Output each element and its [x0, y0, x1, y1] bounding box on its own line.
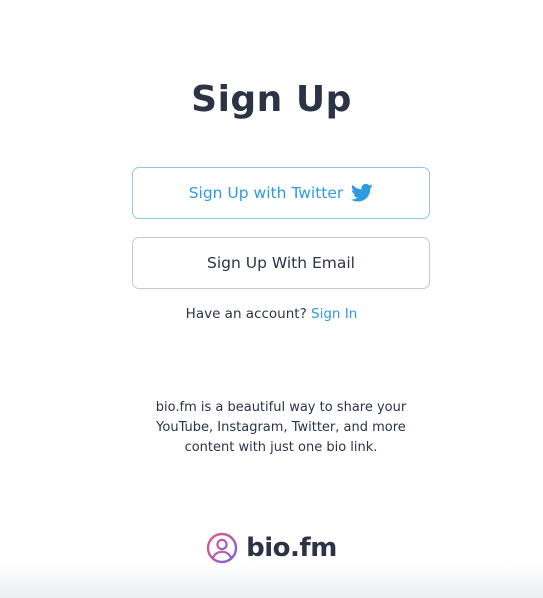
- have-account-text: Have an account?: [185, 306, 307, 322]
- bottom-fade: [0, 564, 543, 598]
- page-title: Sign Up: [191, 79, 352, 120]
- product-description: bio.fm is a beautiful way to share your …: [155, 400, 407, 455]
- twitter-button-label: Sign Up with Twitter: [188, 184, 344, 202]
- user-circle-logo-icon: [206, 532, 238, 564]
- sign-up-with-email-button[interactable]: Sign Up With Email: [132, 237, 430, 289]
- brand-footer[interactable]: bio.fm: [0, 532, 543, 564]
- twitter-bird-icon: [351, 183, 373, 203]
- sign-in-prompt: Have an account? Sign In: [0, 306, 543, 322]
- sign-in-link[interactable]: Sign In: [311, 306, 357, 322]
- sign-up-with-twitter-button[interactable]: Sign Up with Twitter: [132, 167, 430, 219]
- email-button-label: Sign Up With Email: [207, 254, 355, 272]
- brand-name: bio.fm: [246, 533, 337, 563]
